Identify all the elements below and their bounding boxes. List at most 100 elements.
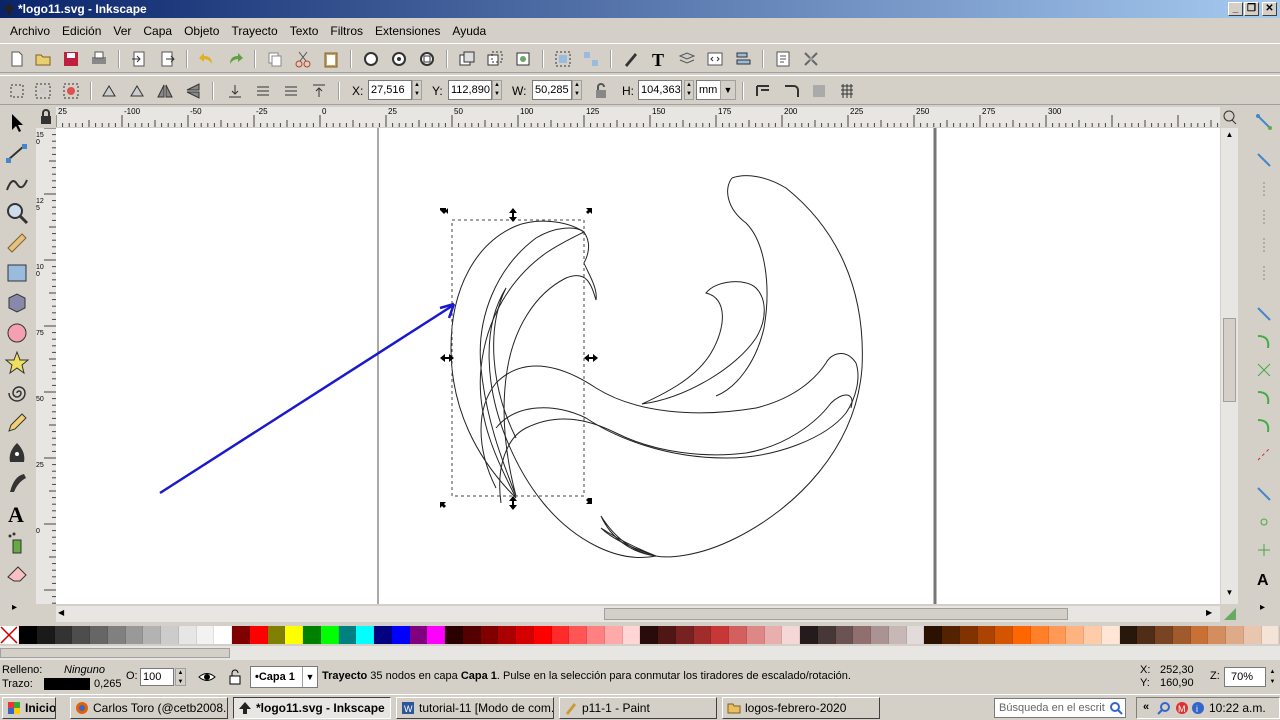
vertical-scroll-thumb[interactable] bbox=[1223, 318, 1236, 402]
zoom-spinner[interactable]: ▲ ▼ bbox=[1267, 667, 1278, 687]
snap-nodes-icon[interactable] bbox=[1254, 304, 1274, 324]
no-paint-swatch[interactable] bbox=[0, 626, 19, 644]
snap-bbox-corner-icon[interactable] bbox=[1254, 208, 1274, 228]
color-swatch[interactable] bbox=[1048, 626, 1067, 644]
color-swatch[interactable] bbox=[1013, 626, 1031, 644]
toolbox-more-icon[interactable]: ▸ bbox=[12, 602, 17, 613]
scroll-left-icon[interactable]: ◀ bbox=[58, 608, 71, 620]
layers-icon[interactable] bbox=[678, 50, 696, 68]
task-folder[interactable]: logos-febrero-2020 bbox=[722, 697, 880, 719]
color-swatch[interactable] bbox=[320, 626, 339, 644]
swoosh-bottom-path[interactable] bbox=[600, 515, 657, 557]
color-swatch[interactable] bbox=[924, 626, 942, 644]
preferences-icon[interactable] bbox=[802, 50, 820, 68]
color-swatch[interactable] bbox=[356, 626, 374, 644]
move-gradients-icon[interactable] bbox=[810, 82, 828, 100]
align-distribute-icon[interactable] bbox=[734, 50, 752, 68]
color-swatch[interactable] bbox=[1119, 626, 1138, 644]
color-swatch[interactable] bbox=[711, 626, 729, 644]
snap-midpoints-icon[interactable] bbox=[1254, 444, 1274, 464]
color-swatch[interactable] bbox=[569, 626, 587, 644]
gmail-icon[interactable]: M bbox=[1175, 701, 1189, 715]
handle-middle-right[interactable] bbox=[584, 354, 598, 362]
menu-ayuda[interactable]: Ayuda bbox=[452, 24, 486, 38]
color-swatch[interactable] bbox=[232, 626, 250, 644]
color-swatch[interactable] bbox=[196, 626, 215, 644]
y-spinner[interactable]: ▲ ▼ bbox=[492, 80, 502, 100]
snap-paths-icon[interactable] bbox=[1254, 332, 1274, 352]
close-button[interactable]: ✕ bbox=[1262, 2, 1277, 16]
group-icon[interactable] bbox=[554, 50, 572, 68]
deselect-icon[interactable] bbox=[62, 82, 80, 100]
color-swatch[interactable] bbox=[36, 626, 55, 644]
layer-dropdown-icon[interactable]: ▼ bbox=[302, 667, 317, 687]
color-swatch[interactable] bbox=[587, 626, 605, 644]
ungroup-icon[interactable] bbox=[582, 50, 600, 68]
print-icon[interactable] bbox=[90, 50, 108, 68]
layer-lock-icon[interactable] bbox=[228, 668, 242, 686]
redo-icon[interactable] bbox=[226, 50, 244, 68]
vertical-ruler[interactable]: 150 125 100 75 50 25 0 bbox=[36, 128, 56, 604]
snap-bbox-center-icon[interactable] bbox=[1254, 264, 1274, 284]
move-patterns-icon[interactable] bbox=[838, 82, 856, 100]
color-swatch[interactable] bbox=[622, 626, 641, 644]
snap-text-baseline-icon[interactable]: A bbox=[1254, 568, 1274, 588]
tweak-tool-icon[interactable] bbox=[4, 170, 30, 196]
color-swatch[interactable] bbox=[409, 626, 428, 644]
task-paint[interactable]: p11-1 - Paint bbox=[559, 697, 717, 719]
x-spinner[interactable]: ▲ ▼ bbox=[412, 80, 422, 100]
color-swatch[interactable] bbox=[533, 626, 552, 644]
scroll-up-icon[interactable]: ▲ bbox=[1223, 130, 1236, 143]
color-swatch[interactable] bbox=[871, 626, 889, 644]
scale-corners-icon[interactable] bbox=[782, 82, 800, 100]
handle-top-center[interactable] bbox=[509, 208, 517, 222]
color-palette[interactable] bbox=[0, 626, 1280, 646]
menu-extensiones[interactable]: Extensiones bbox=[375, 24, 440, 38]
inner-upper-path[interactable] bbox=[715, 177, 768, 397]
snap-cusp-nodes-icon[interactable] bbox=[1254, 388, 1274, 408]
color-swatch[interactable] bbox=[1243, 626, 1262, 644]
height-input[interactable]: 104,363 bbox=[638, 80, 682, 100]
swoosh-1-path[interactable] bbox=[641, 281, 765, 405]
zoom-page-icon[interactable] bbox=[418, 50, 436, 68]
select-all-layers-icon[interactable] bbox=[34, 82, 52, 100]
rotate-cw-icon[interactable] bbox=[128, 82, 146, 100]
zoom-input[interactable]: 70% bbox=[1224, 667, 1266, 687]
color-swatch[interactable] bbox=[427, 626, 445, 644]
color-swatch[interactable] bbox=[303, 626, 321, 644]
text-tool-icon[interactable]: A bbox=[4, 500, 30, 526]
info-icon[interactable]: i bbox=[1191, 701, 1205, 715]
snap-rotation-center-icon[interactable] bbox=[1254, 540, 1274, 560]
color-swatch[interactable] bbox=[658, 626, 676, 644]
color-swatch[interactable] bbox=[1155, 626, 1173, 644]
spiral-tool-icon[interactable] bbox=[4, 380, 30, 406]
lower-to-bottom-icon[interactable] bbox=[226, 82, 244, 100]
color-swatch[interactable] bbox=[995, 626, 1013, 644]
color-swatch[interactable] bbox=[800, 626, 818, 644]
new-document-icon[interactable] bbox=[8, 50, 26, 68]
selector-tool-icon[interactable] bbox=[4, 110, 30, 136]
color-swatch[interactable] bbox=[1066, 626, 1084, 644]
color-swatch[interactable] bbox=[693, 626, 712, 644]
color-swatch[interactable] bbox=[551, 626, 570, 644]
color-swatch[interactable] bbox=[1084, 626, 1102, 644]
calligraphy-tool-icon[interactable] bbox=[4, 470, 30, 496]
color-swatch[interactable] bbox=[1172, 626, 1191, 644]
rotate-ccw-icon[interactable] bbox=[100, 82, 118, 100]
color-swatch[interactable] bbox=[374, 626, 392, 644]
color-swatch[interactable] bbox=[959, 626, 978, 644]
start-button[interactable]: Inicio bbox=[2, 697, 56, 719]
handle-bottom-left[interactable] bbox=[440, 502, 446, 508]
menu-capa[interactable]: Capa bbox=[143, 24, 172, 38]
palette-scrollbar[interactable] bbox=[0, 646, 1280, 660]
color-swatch[interactable] bbox=[977, 626, 996, 644]
swoosh-2-path[interactable] bbox=[480, 353, 859, 489]
search-icon[interactable] bbox=[1108, 700, 1124, 716]
import-icon[interactable] bbox=[130, 50, 148, 68]
eye-visibility-icon[interactable] bbox=[198, 670, 216, 684]
stroke-color-swatch[interactable] bbox=[44, 678, 90, 690]
menu-edicion[interactable]: Edición bbox=[62, 24, 101, 38]
horizontal-scroll-thumb[interactable] bbox=[604, 608, 1068, 620]
snap-bbox-icon[interactable] bbox=[1254, 150, 1274, 170]
open-folder-icon[interactable] bbox=[34, 50, 52, 68]
